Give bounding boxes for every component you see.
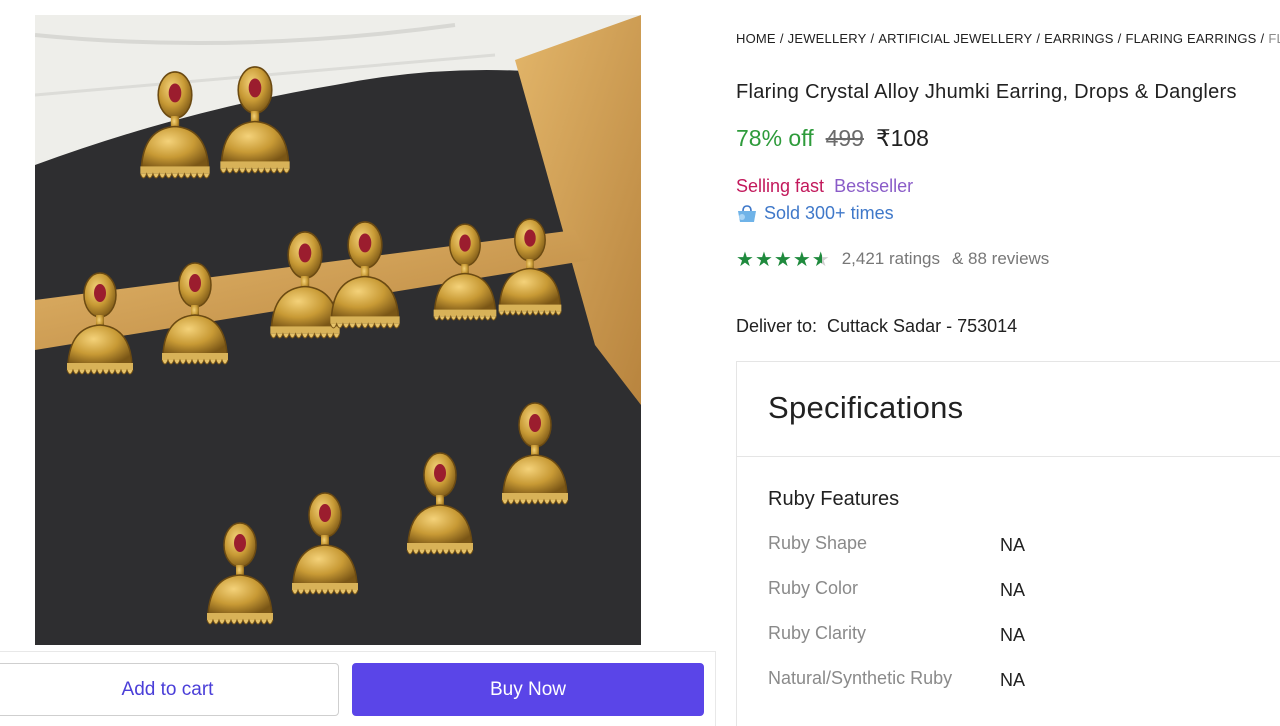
rating-stars: ★ ★ ★ ★ ★ <box>736 249 830 269</box>
spec-section-title: Ruby Features <box>768 488 900 510</box>
breadcrumb-flaring-earrings[interactable]: FLARING EARRINGS <box>1125 31 1256 46</box>
deliver-label: Deliver to: <box>736 316 818 336</box>
specifications-title: Specifications <box>768 390 964 425</box>
spec-row: Ruby Clarity NA <box>768 623 1025 646</box>
half-star-icon: ★ <box>811 247 830 271</box>
selling-price: ₹108 <box>875 125 929 151</box>
star-icon: ★ <box>736 247 754 271</box>
original-price: 499 <box>825 125 864 151</box>
spec-value: NA <box>1000 625 1026 645</box>
ratings-count: 2,421 ratings <box>841 249 940 268</box>
deliver-location: Cuttack Sadar - 753014 <box>827 316 1018 336</box>
product-title: Flaring Crystal Alloy Jhumki Earring, Dr… <box>736 81 1237 103</box>
spec-key: Ruby Clarity <box>768 623 867 643</box>
spec-value: NA <box>1000 670 1026 690</box>
discount-percent: 78% off <box>736 125 814 151</box>
spec-key: Ruby Shape <box>768 533 868 553</box>
specifications-header: Specifications <box>737 362 1280 457</box>
spec-value: NA <box>1000 580 1026 600</box>
selling-fast-badge: Selling fast <box>736 176 825 196</box>
breadcrumb-earrings[interactable]: EARRINGS <box>1044 31 1114 46</box>
star-icon: ★ <box>754 247 773 271</box>
product-image[interactable] <box>35 15 641 645</box>
star-icon: ★ <box>792 247 811 271</box>
breadcrumb-artificial-jewellery[interactable]: ARTIFICIAL JEWELLERY <box>878 31 1032 46</box>
specifications-card: Specifications Ruby Features Ruby Shape … <box>736 361 1280 726</box>
breadcrumb-current[interactable]: FLAR <box>1268 31 1280 46</box>
bestseller-badge: Bestseller <box>834 176 914 196</box>
spec-value: NA <box>1000 535 1026 555</box>
shopping-bag-icon <box>738 204 756 222</box>
spec-key: Ruby Color <box>768 578 859 598</box>
delivery-info[interactable]: Deliver to: Cuttack Sadar - 753014 <box>736 316 1017 337</box>
breadcrumb: HOME / JEWELLERY / ARTIFICIAL JEWELLERY / EARR… <box>736 31 1280 46</box>
sold-count: Sold 300+ times <box>736 203 894 224</box>
add-to-cart-button[interactable]: Add to cart <box>0 663 339 716</box>
star-icon: ★ <box>773 247 792 271</box>
earrings-photo <box>35 15 641 645</box>
breadcrumb-jewellery[interactable]: JEWELLERY <box>788 31 867 46</box>
spec-key: Natural/Synthetic Ruby <box>768 668 953 688</box>
buy-now-button[interactable]: Buy Now <box>352 663 704 716</box>
breadcrumb-home[interactable]: HOME <box>736 31 776 46</box>
sold-text: Sold 300+ times <box>764 203 894 223</box>
action-bar: Add to cart Buy Now <box>0 651 716 726</box>
rating-row[interactable]: ★ ★ ★ ★ ★ 2,421 ratings & 88 reviews <box>736 249 1049 269</box>
reviews-count: & 88 reviews <box>951 249 1050 268</box>
spec-row: Ruby Shape NA <box>768 533 1025 556</box>
spec-row: Natural/Synthetic Ruby NA <box>768 668 1025 691</box>
spec-row: Ruby Color NA <box>768 578 1025 601</box>
badges: Selling fast Bestseller <box>736 176 913 197</box>
price-row: 78% off 499 ₹108 <box>736 125 929 152</box>
